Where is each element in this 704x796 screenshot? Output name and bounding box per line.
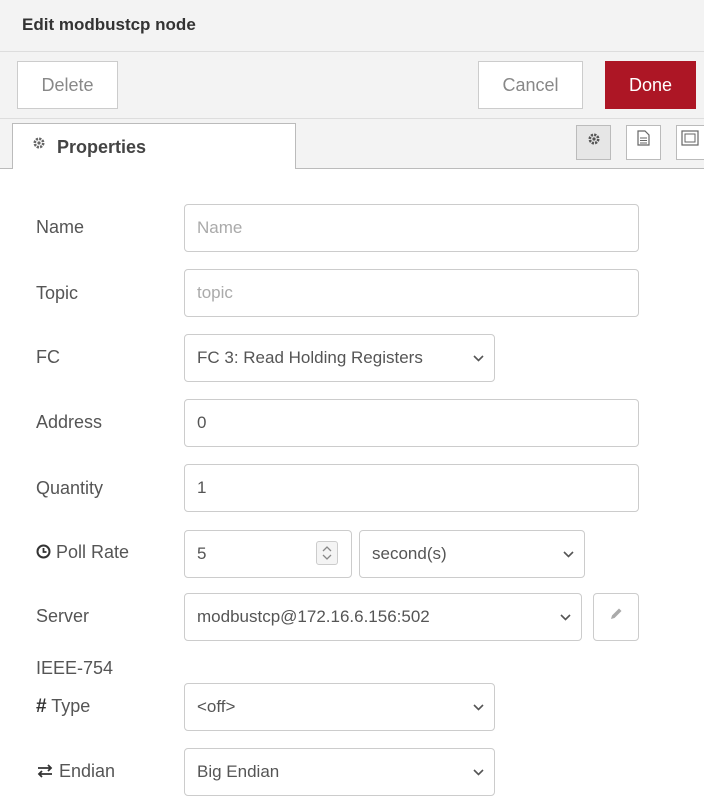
type-label-row: # Type	[36, 696, 90, 718]
clock-icon	[36, 542, 56, 562]
pencil-icon	[609, 608, 623, 625]
poll-rate-unit-value: second(s)	[372, 544, 447, 563]
tab-properties[interactable]: Properties	[12, 123, 296, 169]
server-selected-value: modbustcp@172.16.6.156:502	[197, 607, 430, 626]
dialog-title: Edit modbustcp node	[22, 15, 196, 34]
delete-button[interactable]: Delete	[17, 61, 118, 109]
topic-label: Topic	[36, 283, 79, 303]
type-select[interactable]: <off>	[184, 683, 495, 731]
server-label: Server	[36, 606, 90, 626]
frame-icon	[681, 130, 699, 150]
exchange-arrows-icon	[36, 761, 59, 781]
poll-rate-label: Poll Rate	[56, 542, 130, 562]
chevron-down-icon	[473, 335, 484, 381]
settings-tab-icon-button[interactable]	[576, 125, 611, 160]
name-label: Name	[36, 217, 85, 237]
poll-rate-unit-select[interactable]: second(s)	[359, 530, 585, 578]
document-icon	[637, 130, 650, 150]
fc-select[interactable]: FC 3: Read Holding Registers	[184, 334, 495, 382]
appearance-tab-button[interactable]	[676, 125, 704, 160]
endian-label-row: Endian	[36, 761, 115, 782]
server-select[interactable]: modbustcp@172.16.6.156:502	[184, 593, 582, 641]
endian-label: Endian	[59, 761, 116, 781]
done-button[interactable]: Done	[605, 61, 696, 109]
fc-label: FC	[36, 347, 60, 367]
chevron-down-icon	[473, 684, 484, 730]
gear-icon	[32, 136, 46, 154]
endian-select[interactable]: Big Endian	[184, 748, 495, 796]
type-selected-value: <off>	[197, 697, 236, 716]
address-label: Address	[36, 412, 103, 432]
poll-rate-label-row: Poll Rate	[36, 542, 129, 563]
quantity-input[interactable]: 1	[184, 464, 639, 512]
quantity-label: Quantity	[36, 478, 104, 498]
gear-icon	[587, 133, 601, 150]
poll-rate-stepper[interactable]	[316, 541, 338, 565]
type-label: Type	[51, 696, 91, 716]
tab-properties-label: Properties	[57, 137, 147, 157]
fc-selected-value: FC 3: Read Holding Registers	[197, 348, 423, 367]
chevron-down-icon	[563, 531, 574, 577]
topic-input[interactable]: topic	[184, 269, 639, 317]
address-input[interactable]: 0	[184, 399, 639, 447]
ieee-754-label: IEEE-754	[36, 658, 114, 678]
description-tab-button[interactable]	[626, 125, 661, 160]
cancel-button[interactable]: Cancel	[478, 61, 583, 109]
dialog-header: Edit modbustcp node	[0, 0, 704, 52]
edit-server-button[interactable]	[593, 593, 639, 641]
dialog-button-bar: Delete Cancel Done	[0, 52, 704, 119]
chevron-down-icon	[560, 594, 571, 640]
name-input[interactable]: Name	[184, 204, 639, 252]
hash-icon: #	[36, 696, 47, 717]
chevron-down-icon	[473, 749, 484, 795]
endian-selected-value: Big Endian	[197, 762, 280, 781]
